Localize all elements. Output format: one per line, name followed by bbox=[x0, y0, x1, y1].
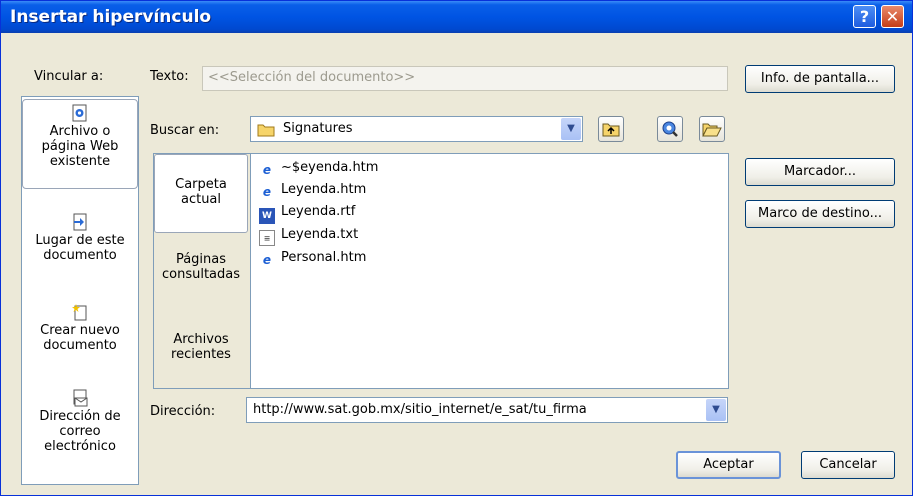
address-value: http://www.sat.gob.mx/sitio_internet/e_s… bbox=[253, 402, 587, 417]
link-to-email-address[interactable]: Dirección de correo electrónico bbox=[22, 389, 138, 479]
link-to-label: Vincular a: bbox=[34, 69, 104, 84]
new-document-line2: documento bbox=[43, 338, 117, 353]
browse-file-button[interactable] bbox=[699, 116, 725, 142]
open-folder-icon bbox=[702, 123, 722, 137]
screen-tip-button[interactable]: Info. de pantalla... bbox=[745, 65, 895, 93]
file-name: ~$eyenda.htm bbox=[281, 160, 379, 175]
place-in-document-line2: documento bbox=[43, 248, 117, 263]
link-to-existing-file[interactable]: Archivo o página Web existente bbox=[22, 99, 138, 189]
target-frame-button[interactable]: Marco de destino... bbox=[745, 200, 895, 228]
bookmark-button[interactable]: Marcador... bbox=[745, 158, 895, 186]
email-line2: correo bbox=[59, 424, 101, 439]
close-button[interactable]: ✕ bbox=[881, 5, 904, 28]
text-to-display-field[interactable]: <<Selección del documento>> bbox=[202, 66, 728, 91]
tab-recent-files[interactable]: Archivos recientes bbox=[154, 324, 248, 384]
browse-web-button[interactable] bbox=[657, 116, 683, 142]
cancel-button[interactable]: Cancelar bbox=[801, 451, 895, 479]
tab-browsed-pages[interactable]: Páginas consultadas bbox=[154, 244, 248, 304]
address-label: Dirección: bbox=[150, 404, 216, 419]
list-item[interactable]: e ~$eyenda.htm bbox=[259, 160, 379, 180]
ie-html-icon: e bbox=[262, 163, 272, 177]
file-name: Leyenda.htm bbox=[281, 182, 367, 197]
browse-panel: Carpeta actual Páginas consultadas Archi… bbox=[153, 153, 729, 389]
existing-file-line3: existente bbox=[49, 154, 111, 169]
place-in-document-line1: Lugar de este bbox=[35, 233, 125, 248]
current-folder-line1: Carpeta bbox=[175, 177, 227, 192]
title-bar[interactable]: Insertar hipervínculo ? ✕ bbox=[1, 1, 912, 33]
list-item[interactable]: ≡ Leyenda.txt bbox=[259, 227, 358, 247]
look-in-value: Signatures bbox=[283, 121, 353, 136]
look-in-combo[interactable]: Signatures ▼ bbox=[250, 116, 583, 142]
list-item[interactable]: e Personal.htm bbox=[259, 250, 366, 270]
file-name: Leyenda.txt bbox=[281, 227, 359, 242]
folder-up-icon bbox=[602, 123, 620, 137]
ie-html-icon: e bbox=[262, 253, 272, 267]
recent-files-line1: Archivos bbox=[173, 332, 229, 347]
link-to-new-document[interactable]: Crear nuevo documento bbox=[22, 303, 138, 373]
word-rtf-icon: W bbox=[259, 208, 275, 224]
address-combo[interactable]: http://www.sat.gob.mx/sitio_internet/e_s… bbox=[246, 397, 728, 423]
file-list[interactable]: e ~$eyenda.htm e Leyenda.htm W Leyenda.rtf … bbox=[250, 154, 728, 388]
browsed-pages-line1: Páginas bbox=[175, 252, 227, 267]
insert-hyperlink-dialog: Insertar hipervínculo ? ✕ Vincular a: Ar… bbox=[0, 0, 913, 496]
new-document-icon bbox=[72, 304, 87, 321]
email-line1: Dirección de bbox=[39, 409, 121, 424]
recent-files-line2: recientes bbox=[171, 347, 231, 362]
help-button[interactable]: ? bbox=[853, 5, 876, 28]
chevron-down-icon[interactable]: ▼ bbox=[561, 118, 581, 140]
existing-file-line1: Archivo o bbox=[49, 124, 111, 139]
ie-html-icon: e bbox=[262, 185, 272, 199]
file-name: Leyenda.rtf bbox=[281, 204, 356, 219]
folder-icon bbox=[257, 124, 275, 137]
browse-tabs: Carpeta actual Páginas consultadas Archi… bbox=[154, 154, 250, 388]
email-icon bbox=[73, 389, 88, 407]
web-page-file-icon bbox=[72, 104, 87, 122]
existing-file-line2: página Web bbox=[41, 139, 119, 154]
link-to-place-in-document[interactable]: Lugar de este documento bbox=[22, 213, 138, 283]
text-label: Texto: bbox=[150, 69, 189, 84]
list-item[interactable]: e Leyenda.htm bbox=[259, 182, 366, 202]
text-file-icon: ≡ bbox=[259, 230, 275, 246]
ok-button[interactable]: Aceptar bbox=[676, 451, 781, 479]
current-folder-line2: actual bbox=[180, 192, 222, 207]
document-place-icon bbox=[73, 213, 87, 231]
link-to-panel: Archivo o página Web existente Lugar de … bbox=[21, 96, 139, 485]
email-line3: electrónico bbox=[44, 439, 116, 454]
chevron-down-icon[interactable]: ▼ bbox=[706, 399, 726, 421]
up-one-folder-button[interactable] bbox=[598, 116, 624, 142]
list-item[interactable]: W Leyenda.rtf bbox=[259, 204, 355, 224]
look-in-label: Buscar en: bbox=[150, 123, 220, 138]
new-document-line1: Crear nuevo bbox=[40, 323, 120, 338]
browse-web-icon bbox=[662, 121, 678, 137]
browsed-pages-line2: consultadas bbox=[161, 267, 241, 282]
dialog-title: Insertar hipervínculo bbox=[10, 7, 212, 27]
file-name: Personal.htm bbox=[281, 250, 367, 265]
tab-current-folder[interactable]: Carpeta actual bbox=[154, 154, 248, 233]
